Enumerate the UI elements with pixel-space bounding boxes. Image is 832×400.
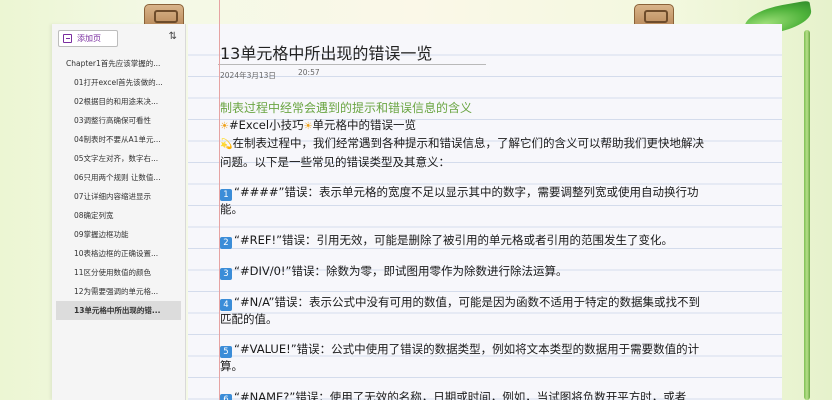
number-keycap-icon: 5 [220, 346, 232, 358]
note-content[interactable]: 制表过程中经常会遇到的提示和错误信息的含义 ☀#Excel小技巧☀单元格中的错误… [220, 100, 710, 400]
sidebar-page-item[interactable]: 05文字左对齐，数字右... [52, 149, 185, 168]
error-text: “#NAME?”错误：使用了无效的名称，日期或时间，例如，当试图将负数开平方时，… [234, 389, 687, 400]
sidebar-page-item[interactable]: 03调整行高确保可看性 [52, 111, 185, 130]
error-text: “#N/A”错误：表示公式中没有可用的数值，可能是因为函数不适用于特定的数据集或… [220, 294, 700, 326]
sidebar-page-item[interactable]: 10表格边框的正确设置... [52, 244, 185, 263]
sidebar-page-item[interactable]: 12为需要强调的单元格... [52, 282, 185, 301]
number-keycap-icon: 6 [220, 393, 232, 400]
sidebar-page-item[interactable]: 11区分使用数值的颜色 [52, 263, 185, 282]
note-page[interactable]: 13单元格中所出现的错误一览 2024年3月13日 20:57 制表过程中经常会… [188, 24, 782, 400]
add-page-label: 添加页 [77, 34, 101, 43]
sun-icon: ☀ [303, 120, 313, 132]
sparkle-icon: 💫 [220, 139, 233, 150]
intro-text: 在制表过程中，我们经常遇到各种提示和错误信息，了解它们的含义可以帮助我们更快地解… [220, 136, 704, 169]
error-item: 1 “####”错误：表示单元格的宽度不足以显示其中的数字，需要调整列宽或使用自动… [220, 184, 710, 218]
page-margin-line [219, 0, 220, 400]
sidebar-page-item[interactable]: 06只用两个规则 让数值... [52, 168, 185, 187]
bamboo-stalk-decoration [804, 30, 810, 400]
sidebar-page-item[interactable]: Chapter1首先应该掌握的... [52, 54, 185, 73]
error-item: 3 “#DIV/0!”错误：除数为零，即试图用零作为除数进行除法运算。 [220, 263, 710, 280]
sidebar-page-item[interactable]: 02根据目的和用途来决... [52, 92, 185, 111]
tip-hashtag: #Excel小技巧 [228, 117, 304, 132]
intro-paragraph: 💫在制表过程中，我们经常遇到各种提示和错误信息，了解它们的含义可以帮助我们更快地… [220, 135, 710, 170]
add-page-icon [63, 34, 72, 43]
error-item: 5 “#VALUE!”错误：公式中使用了错误的数据类型，例如将文本类型的数据用于需… [220, 341, 710, 375]
error-item: 2 “#REF!”错误：引用无效，可能是删除了被引用的单元格或者引用的范围发生了变… [220, 232, 710, 249]
number-keycap-icon: 3 [220, 267, 232, 280]
section-heading: 制表过程中经常会遇到的提示和错误信息的含义 [220, 101, 473, 115]
error-item: 6 “#NAME?”错误：使用了无效的名称，日期或时间，例如，当试图将负数开平方时… [220, 389, 710, 400]
sidebar-toolbar: 添加页 ⇅ [52, 24, 185, 54]
sidebar-page-item[interactable]: 09掌握边框功能 [52, 225, 185, 244]
page-time: 20:57 [298, 68, 320, 77]
tip-line: ☀#Excel小技巧☀单元格中的错误一览 [220, 117, 710, 136]
sort-icon[interactable]: ⇅ [169, 31, 177, 42]
error-text: “#VALUE!”错误：公式中使用了错误的数据类型，例如将文本类型的数据用于需要… [220, 342, 700, 373]
sidebar-page-item[interactable]: 08确定列宽 [52, 206, 185, 225]
tip-line-tail: 单元格中的错误一览 [312, 117, 417, 132]
error-list: 1 “####”错误：表示单元格的宽度不足以显示其中的数字，需要调整列宽或使用自动… [220, 170, 710, 400]
error-item: 4 “#N/A”错误：表示公式中没有可用的数值，可能是因为函数不适用于特定的数据集… [220, 294, 710, 328]
sidebar-page-item[interactable]: 04制表时不要从A1单元... [52, 130, 185, 149]
number-keycap-icon: 2 [220, 236, 232, 249]
page-list-sidebar: 添加页 ⇅ Chapter1首先应该掌握的... 01打开excel首先该做的..… [52, 24, 186, 400]
error-text: “#REF!”错误：引用无效，可能是删除了被引用的单元格或者引用的范围发生了变化… [234, 232, 674, 247]
error-text: “####”错误：表示单元格的宽度不足以显示其中的数字，需要调整列宽或使用自动换… [220, 185, 699, 216]
title-underline [218, 64, 486, 65]
add-page-button[interactable]: 添加页 [58, 30, 118, 47]
number-keycap-icon: 1 [220, 189, 232, 201]
error-text: “#DIV/0!”错误：除数为零，即试图用零作为除数进行除法运算。 [234, 263, 568, 278]
page-date: 2024年3月13日 [220, 71, 276, 80]
page-list: Chapter1首先应该掌握的... 01打开excel首先该做的... 02根据目… [52, 54, 185, 320]
page-title[interactable]: 13单元格中所出现的错误一览 [220, 40, 432, 64]
sun-icon: ☀ [220, 120, 229, 132]
number-keycap-icon: 4 [220, 298, 232, 311]
sidebar-page-item[interactable]: 01打开excel首先该做的... [52, 73, 185, 92]
sidebar-page-item[interactable]: 07让详细内容缩进显示 [52, 187, 185, 206]
sidebar-page-item[interactable]: 13单元格中所出现的错... [56, 301, 181, 320]
